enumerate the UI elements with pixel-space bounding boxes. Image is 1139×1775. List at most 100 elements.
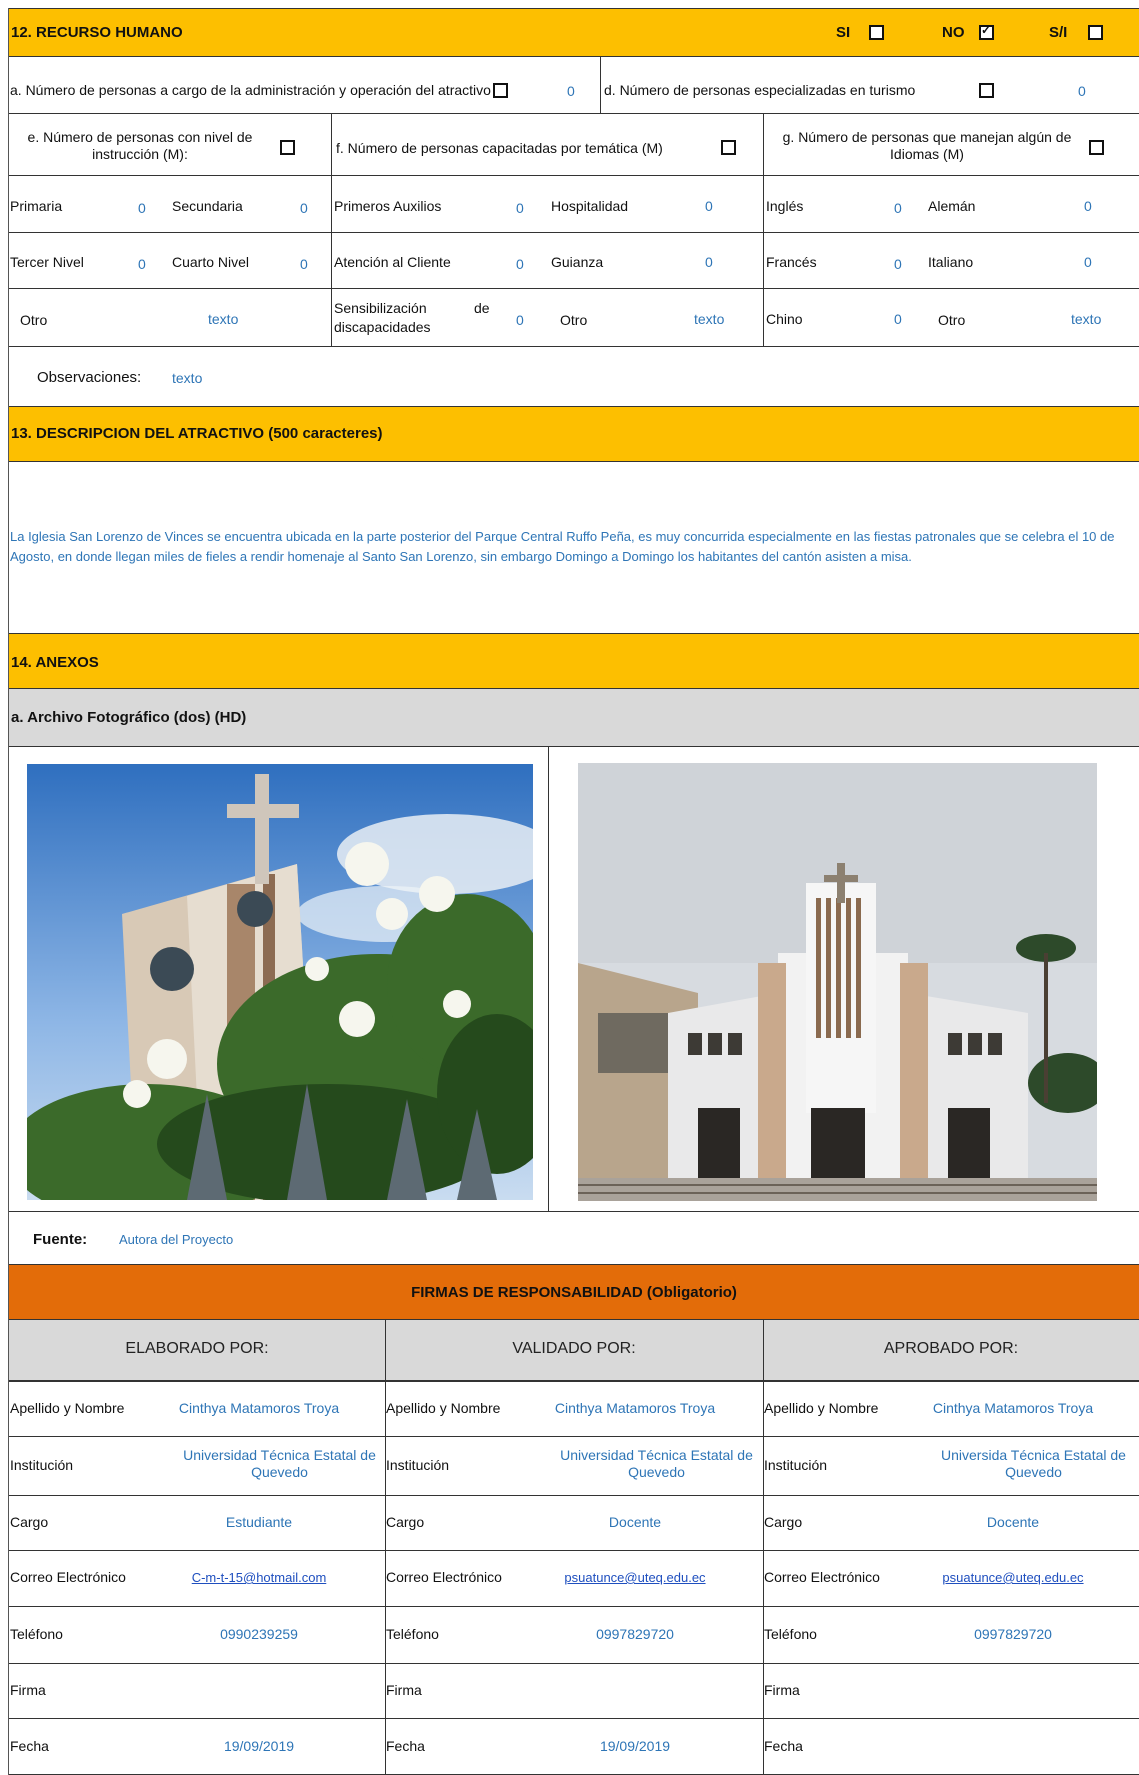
secundaria-value: 0 (300, 200, 308, 216)
section-13-title: 13. DESCRIPCION DEL ATRACTIVO (500 carac… (11, 425, 383, 442)
firmas-value-fecha: 19/09/2019 (599, 1738, 671, 1754)
firmas-value-nombre: Cinthya Matamoros Troya (178, 1400, 340, 1416)
chino-label: Chino (766, 311, 803, 327)
section-14-header: 14. ANEXOS (9, 633, 1139, 689)
otro-tematica-value: texto (694, 311, 725, 327)
firmas-label-nombre: Apellido y Nombre (764, 1400, 879, 1416)
rule (9, 113, 1139, 114)
rule (9, 232, 1139, 233)
otro-idioma-value: texto (1071, 311, 1102, 327)
firmas-value-telefono: 0990239259 (220, 1626, 298, 1642)
observaciones-label: Observaciones: (37, 369, 142, 386)
g-label: g. Número de personas que manejan algún … (782, 129, 1072, 162)
rule (9, 1606, 1139, 1607)
firmas-email-link[interactable]: C-m-t-15@hotmail.com (159, 1570, 359, 1585)
e-checkbox[interactable] (280, 140, 295, 155)
rule (9, 1718, 1139, 1719)
sensibilizacion-label: Sensibilización (334, 300, 427, 316)
firmas-header: FIRMAS DE RESPONSABILIDAD (Obligatorio) (9, 1264, 1139, 1320)
atencion-value: 0 (516, 256, 524, 272)
section-13-header: 13. DESCRIPCION DEL ATRACTIVO (500 carac… (9, 406, 1139, 462)
firmas-label-correo: Correo Electrónico (764, 1569, 880, 1585)
photo-bell-tower-flowers (27, 764, 533, 1200)
rule (331, 113, 332, 346)
firmas-value-institucion: Universidad Técnica Estatal de Quevedo (560, 1447, 753, 1480)
a-checkbox[interactable] (493, 83, 508, 98)
aleman-value: 0 (1084, 198, 1092, 214)
firmas-title: FIRMAS DE RESPONSABILIDAD (Obligatorio) (411, 1284, 737, 1301)
otro-tematica-label: Otro (560, 312, 588, 328)
frances-value: 0 (894, 256, 902, 272)
rule (9, 1495, 1139, 1496)
a-value: 0 (567, 83, 575, 99)
option-si-checkbox[interactable] (869, 25, 884, 40)
firmas-email-link[interactable]: psuatunce@uteq.edu.ec (913, 1570, 1113, 1585)
sensibilizacion-de-label: de (474, 300, 490, 316)
firmas-column-header: ELABORADO POR: (125, 1340, 269, 1357)
firmas-label-institucion: Institución (764, 1457, 828, 1473)
firmas-value-cargo: Estudiante (225, 1514, 293, 1530)
atencion-label: Atención al Cliente (334, 254, 451, 270)
observaciones-value: texto (172, 370, 203, 386)
firmas-value-nombre: Cinthya Matamoros Troya (554, 1400, 716, 1416)
otro-instruccion-label: Otro (20, 312, 48, 328)
firmas-label-cargo: Cargo (10, 1514, 49, 1530)
option-si-label: SI (836, 24, 851, 41)
firmas-value-telefono: 0997829720 (974, 1626, 1052, 1642)
option-no-label: NO (942, 24, 965, 41)
otro-instruccion-value: texto (208, 311, 239, 327)
firmas-value-cargo: Docente (608, 1514, 662, 1530)
g-checkbox[interactable] (1089, 140, 1104, 155)
d-value: 0 (1078, 83, 1086, 99)
cuarto-value: 0 (300, 256, 308, 272)
firmas-value-telefono: 0997829720 (596, 1626, 674, 1642)
rule (385, 1320, 386, 1775)
auxilios-value: 0 (516, 200, 524, 216)
firmas-label-telefono: Teléfono (386, 1626, 439, 1642)
rule (9, 1211, 1139, 1212)
firmas-email-link[interactable]: psuatunce@uteq.edu.ec (535, 1570, 735, 1585)
firmas-label-firma: Firma (10, 1682, 46, 1698)
firmas-label-correo: Correo Electrónico (386, 1569, 502, 1585)
italiano-label: Italiano (928, 254, 974, 270)
firmas-value-institucion: Universida Técnica Estatal de Quevedo (941, 1447, 1126, 1480)
d-label: d. Número de personas especializadas en … (604, 82, 916, 98)
rule (763, 1320, 764, 1775)
guianza-value: 0 (705, 254, 713, 270)
option-no-checkbox[interactable] (979, 23, 994, 40)
fuente-value: Autora del Proyecto (119, 1232, 234, 1247)
firmas-value-cargo: Docente (986, 1514, 1040, 1530)
italiano-value: 0 (1084, 254, 1092, 270)
f-checkbox[interactable] (721, 140, 736, 155)
firmas-label-fecha: Fecha (764, 1738, 803, 1754)
firmas-column-header: APROBADO POR: (883, 1340, 1019, 1357)
sensibilizacion-value: 0 (516, 312, 524, 328)
hospitalidad-label: Hospitalidad (551, 198, 629, 214)
secundaria-label: Secundaria (172, 198, 243, 214)
anexos-subheader: a. Archivo Fotográfico (dos) (HD) (9, 689, 1139, 747)
d-checkbox[interactable] (979, 83, 994, 98)
tercer-value: 0 (138, 256, 146, 272)
firmas-label-cargo: Cargo (386, 1514, 425, 1530)
firmas-value-institucion: Universidad Técnica Estatal de Quevedo (183, 1447, 376, 1480)
chino-value: 0 (894, 311, 902, 327)
guianza-label: Guianza (551, 254, 604, 270)
rule (9, 1381, 1139, 1382)
firmas-value-nombre: Cinthya Matamoros Troya (932, 1400, 1094, 1416)
e-label: e. Número de personas con nivel de instr… (27, 129, 253, 162)
firmas-label-telefono: Teléfono (764, 1626, 817, 1642)
primaria-label: Primaria (10, 198, 63, 214)
hospitalidad-value: 0 (705, 198, 713, 214)
aleman-label: Alemán (928, 198, 976, 214)
firmas-label-fecha: Fecha (10, 1738, 49, 1754)
otro-idioma-label: Otro (938, 312, 966, 328)
rule (9, 175, 1139, 176)
firmas-label-institucion: Institución (386, 1457, 450, 1473)
option-sin-checkbox[interactable] (1088, 25, 1103, 40)
rule (548, 747, 549, 1211)
firmas-label-telefono: Teléfono (10, 1626, 63, 1642)
firmas-label-nombre: Apellido y Nombre (10, 1400, 125, 1416)
fuente-label: Fuente: (33, 1231, 88, 1248)
auxilios-label: Primeros Auxilios (334, 198, 442, 214)
description-text: La Iglesia San Lorenzo de Vinces se encu… (10, 529, 1115, 564)
